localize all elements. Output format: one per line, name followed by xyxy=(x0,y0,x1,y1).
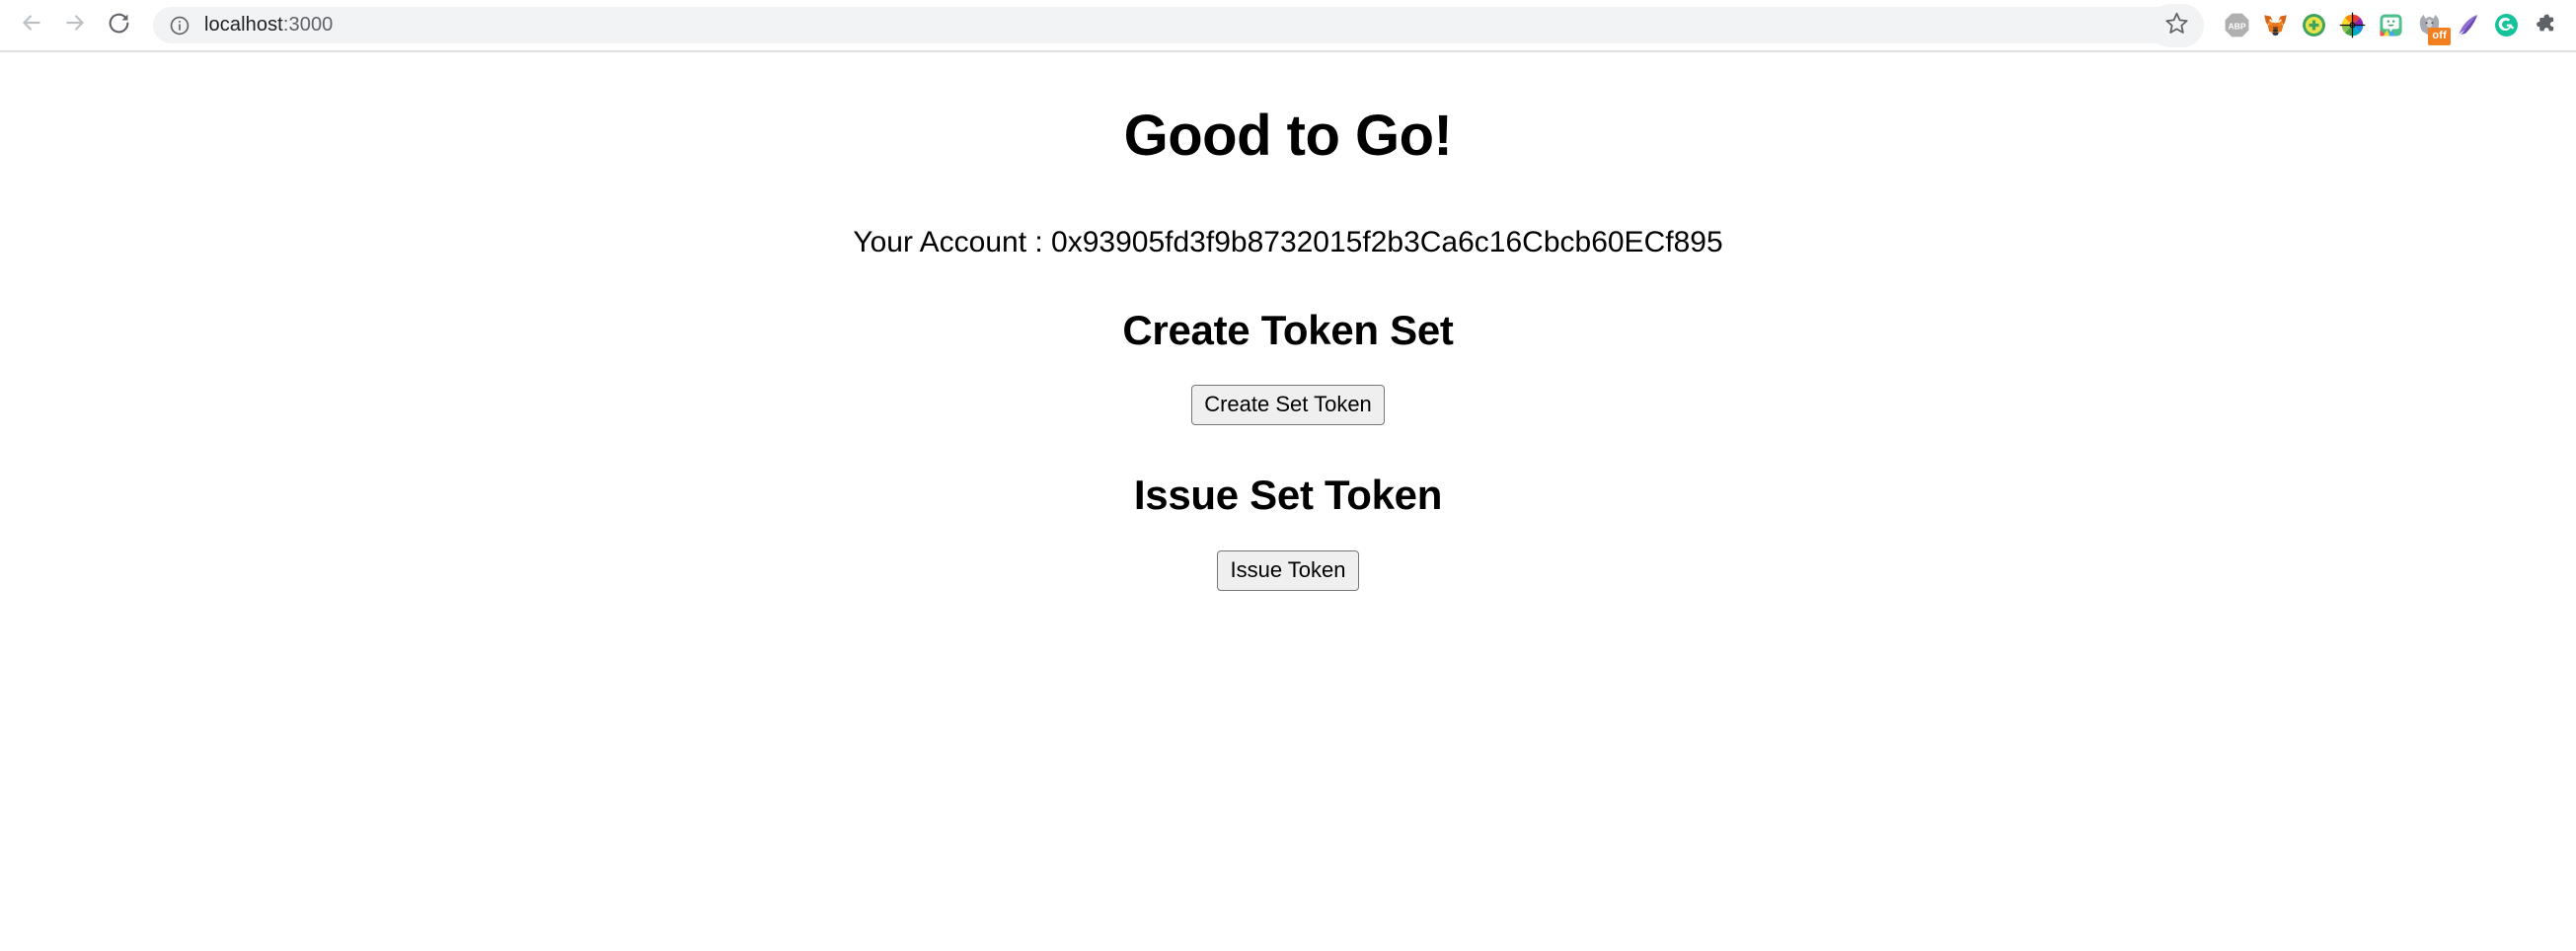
grammarly-g-icon xyxy=(2493,12,2520,38)
extension-off-badge: off xyxy=(2428,27,2451,45)
color-wheel-crosshair-icon xyxy=(2339,12,2366,38)
abp-octagon-icon: ABP xyxy=(2224,12,2250,38)
puzzle-piece-icon xyxy=(2532,12,2558,38)
forward-button[interactable] xyxy=(53,4,97,47)
bookmark-star-button[interactable] xyxy=(2149,3,2204,47)
url-text[interactable]: localhost:3000 xyxy=(204,14,2196,37)
create-set-token-button[interactable]: Create Set Token xyxy=(1191,385,1385,426)
purple-feather-icon xyxy=(2455,12,2481,38)
extension-feather-button[interactable] xyxy=(2449,4,2487,47)
metamask-fox-icon xyxy=(2262,12,2289,38)
url-port: :3000 xyxy=(282,14,334,36)
extension-messenger-button[interactable] xyxy=(2372,4,2410,47)
create-set-token-row: Create Set Token xyxy=(0,385,2576,426)
svg-text:ABP: ABP xyxy=(2228,21,2245,31)
extension-color-picker-button[interactable] xyxy=(2333,4,2372,47)
extension-icon-strip: ABP off xyxy=(2218,4,2564,47)
page-title: Good to Go! xyxy=(1123,104,1453,168)
arrow-left-icon xyxy=(19,10,44,40)
green-smiley-chat-icon xyxy=(2378,12,2404,38)
extension-green-coin-button[interactable] xyxy=(2295,4,2333,47)
reload-button[interactable] xyxy=(97,4,140,47)
issue-set-token-heading: Issue Set Token xyxy=(1133,472,1443,519)
reload-icon xyxy=(107,11,131,40)
issue-token-button[interactable]: Issue Token xyxy=(1217,549,1359,592)
extension-grammarly-button[interactable] xyxy=(2487,4,2526,47)
browser-toolbar: localhost:3000 ABP off xyxy=(0,0,2576,52)
extension-adblock-plus-button[interactable]: ABP xyxy=(2218,4,2256,47)
arrow-right-icon xyxy=(62,10,88,40)
info-circle-icon[interactable] xyxy=(167,13,192,38)
star-icon xyxy=(2164,11,2189,40)
issue-token-row: Issue Token xyxy=(0,549,2576,592)
extensions-menu-button[interactable] xyxy=(2526,4,2564,47)
create-token-set-heading: Create Token Set xyxy=(1122,306,1454,353)
back-button[interactable] xyxy=(10,4,53,47)
extension-wolf-blocker-button[interactable]: off xyxy=(2410,4,2451,47)
navigation-button-group xyxy=(10,4,140,47)
account-address-line: Your Account : 0x93905fd3f9b8732015f2b3C… xyxy=(853,225,1723,258)
url-host: localhost xyxy=(204,14,283,36)
green-coin-plus-icon xyxy=(2301,12,2327,38)
page-content: Good to Go! Your Account : 0x93905fd3f9b… xyxy=(0,52,2576,951)
address-bar[interactable]: localhost:3000 xyxy=(153,7,2204,43)
extension-metamask-button[interactable] xyxy=(2256,4,2295,47)
